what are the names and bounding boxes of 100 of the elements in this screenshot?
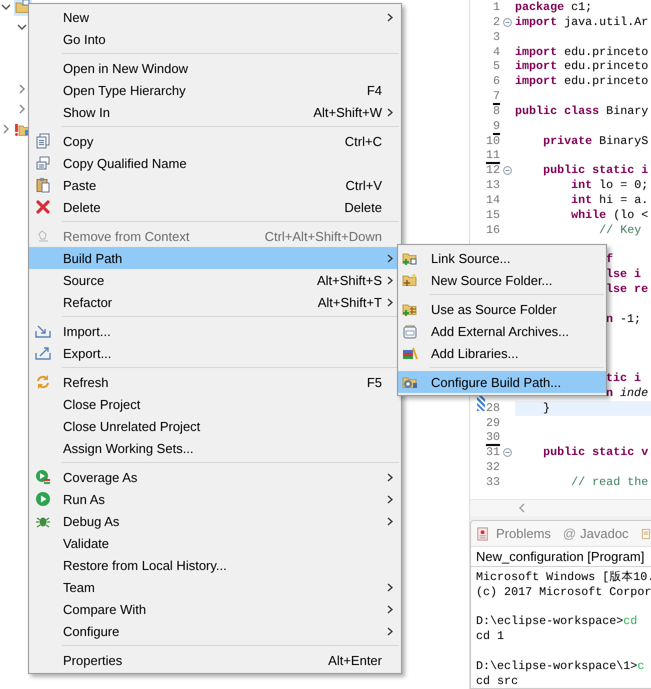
code-line: lse re: [606, 282, 648, 297]
menu-item[interactable]: Copy Qualified Name: [29, 152, 401, 174]
menu-item[interactable]: Use as Source Folder: [398, 298, 606, 320]
menu-item[interactable]: Copy Ctrl+C: [29, 130, 401, 152]
code-line: // Key: [598, 222, 642, 238]
scroll-left-icon[interactable]: [518, 503, 526, 514]
line-number: 31: [486, 446, 500, 462]
menu-item[interactable]: Team: [29, 576, 401, 598]
line-number: 14: [486, 194, 500, 209]
menu-item[interactable]: Close Unrelated Project: [29, 415, 401, 437]
menu-item[interactable]: Open in New Window: [29, 57, 401, 79]
chevron-right-icon[interactable]: [17, 104, 27, 114]
at-icon: @: [562, 526, 576, 541]
menu-item[interactable]: Refactor Alt+Shift+T: [29, 291, 401, 313]
menu-item[interactable]: Configure Build Path...: [398, 371, 606, 393]
play-bars-icon: [35, 469, 51, 485]
shortcut-text: F4: [366, 82, 382, 98]
chevron-down-icon[interactable]: [17, 22, 27, 32]
line-number: 2: [492, 16, 500, 31]
menu-item[interactable]: Validate: [29, 532, 401, 554]
code-line: int hi = a.: [570, 192, 650, 208]
shortcut-text: F5: [366, 374, 382, 390]
line-number: 3: [492, 30, 500, 46]
menu-item[interactable]: Refresh F5: [29, 371, 401, 393]
line-number: 30: [486, 431, 500, 446]
panel-tab[interactable]: @ Javadoc: [562, 526, 629, 541]
line-number: 6: [492, 75, 500, 90]
menu-item[interactable]: Add Libraries...: [398, 342, 606, 364]
line-number: 28: [486, 402, 500, 417]
books-icon: [402, 345, 418, 361]
menu-item[interactable]: Compare With: [29, 598, 401, 620]
line-number: 10: [486, 134, 500, 150]
line-number: 32: [486, 461, 500, 476]
line-number: 13: [486, 179, 500, 194]
horizontal-scrollbar[interactable]: [470, 499, 651, 516]
menu-item[interactable]: Go Into: [29, 28, 401, 50]
menu-item[interactable]: Delete Delete: [29, 196, 401, 218]
menu-item[interactable]: New: [29, 6, 401, 28]
line-number: 7: [492, 90, 500, 105]
chevron-right-icon[interactable]: [1, 124, 11, 134]
line-number: 1: [492, 1, 500, 16]
menu-item[interactable]: Assign Working Sets...: [29, 437, 401, 459]
collapse-icon[interactable]: [503, 166, 512, 176]
menu-item[interactable]: Restore from Local History...: [29, 554, 401, 576]
shortcut-text: Alt+Shift+W: [313, 104, 382, 120]
menu-item[interactable]: New Source Folder...: [398, 269, 606, 291]
play-icon: [35, 491, 51, 507]
menu-item[interactable]: Configure: [29, 620, 401, 642]
chevron-right-icon[interactable]: [17, 84, 27, 94]
document-icon[interactable]: [640, 526, 651, 540]
cross-icon: [35, 199, 51, 215]
jar-icon: [402, 323, 418, 339]
menu-item[interactable]: Coverage As: [29, 466, 401, 488]
line-number: 29: [486, 416, 500, 432]
menu-item[interactable]: Debug As: [29, 510, 401, 532]
command-text: c: [637, 658, 644, 673]
code-line: while (lo <: [570, 208, 650, 223]
line-number: 4: [492, 46, 500, 60]
menu-item[interactable]: Open Type Hierarchy F4: [29, 79, 401, 101]
code-line: lse i: [606, 267, 642, 282]
shortcut-text: Alt+Shift+S: [316, 272, 382, 288]
package-folder-icon: [402, 272, 418, 288]
menu-item[interactable]: Export...: [29, 342, 401, 364]
menu-item[interactable]: Source Alt+Shift+S: [29, 269, 401, 291]
collapse-icon[interactable]: [503, 18, 512, 27]
panel-tab[interactable]: Problems: [476, 526, 551, 541]
console-text: cd 1: [476, 629, 504, 644]
line-number: 16: [486, 224, 500, 238]
menu-item[interactable]: Import...: [29, 320, 401, 342]
chevron-down-icon[interactable]: [1, 2, 11, 12]
menu-item[interactable]: Run As: [29, 488, 401, 510]
menu-item[interactable]: Paste Ctrl+V: [29, 174, 401, 196]
line-number: 9: [492, 120, 500, 135]
tray-arrow-icon: [35, 323, 51, 339]
menu-item[interactable]: Close Project: [29, 393, 401, 415]
line-number: 11: [486, 149, 500, 164]
menu-item[interactable]: Properties Alt+Enter: [29, 649, 401, 671]
line-number: 15: [486, 208, 500, 224]
code-line: int lo = 0;: [570, 178, 650, 193]
console-text: (c) 2017 Microsoft Corpor: [476, 584, 651, 599]
console-title: New_configuration [Program]: [471, 547, 651, 567]
menu-item[interactable]: Link Source...: [398, 247, 606, 269]
code-line: // read the: [570, 475, 650, 490]
refresh-icon: [35, 374, 51, 390]
code-line: public static v: [542, 445, 650, 460]
code-line: import edu.princeto: [515, 59, 650, 74]
shortcut-text: Ctrl+V: [346, 178, 382, 192]
menu-item[interactable]: Show In Alt+Shift+W: [29, 101, 401, 123]
code-line: f: [606, 252, 614, 268]
menu-item[interactable]: Add External Archives...: [398, 320, 606, 342]
shortcut-text: Alt+Enter: [328, 652, 382, 668]
collapse-icon[interactable]: [503, 448, 512, 458]
line-number: 33: [486, 476, 500, 491]
code-line: import edu.princeto: [515, 74, 650, 90]
code-line: package c1;: [515, 0, 594, 15]
shortcut-text: Alt+Shift+T: [318, 294, 382, 310]
clipboard-icon: [35, 177, 51, 193]
code-line: public static i: [542, 163, 650, 178]
prompt-text: D:\eclipse-workspace>: [476, 614, 624, 628]
code-line: n inde: [606, 386, 648, 401]
